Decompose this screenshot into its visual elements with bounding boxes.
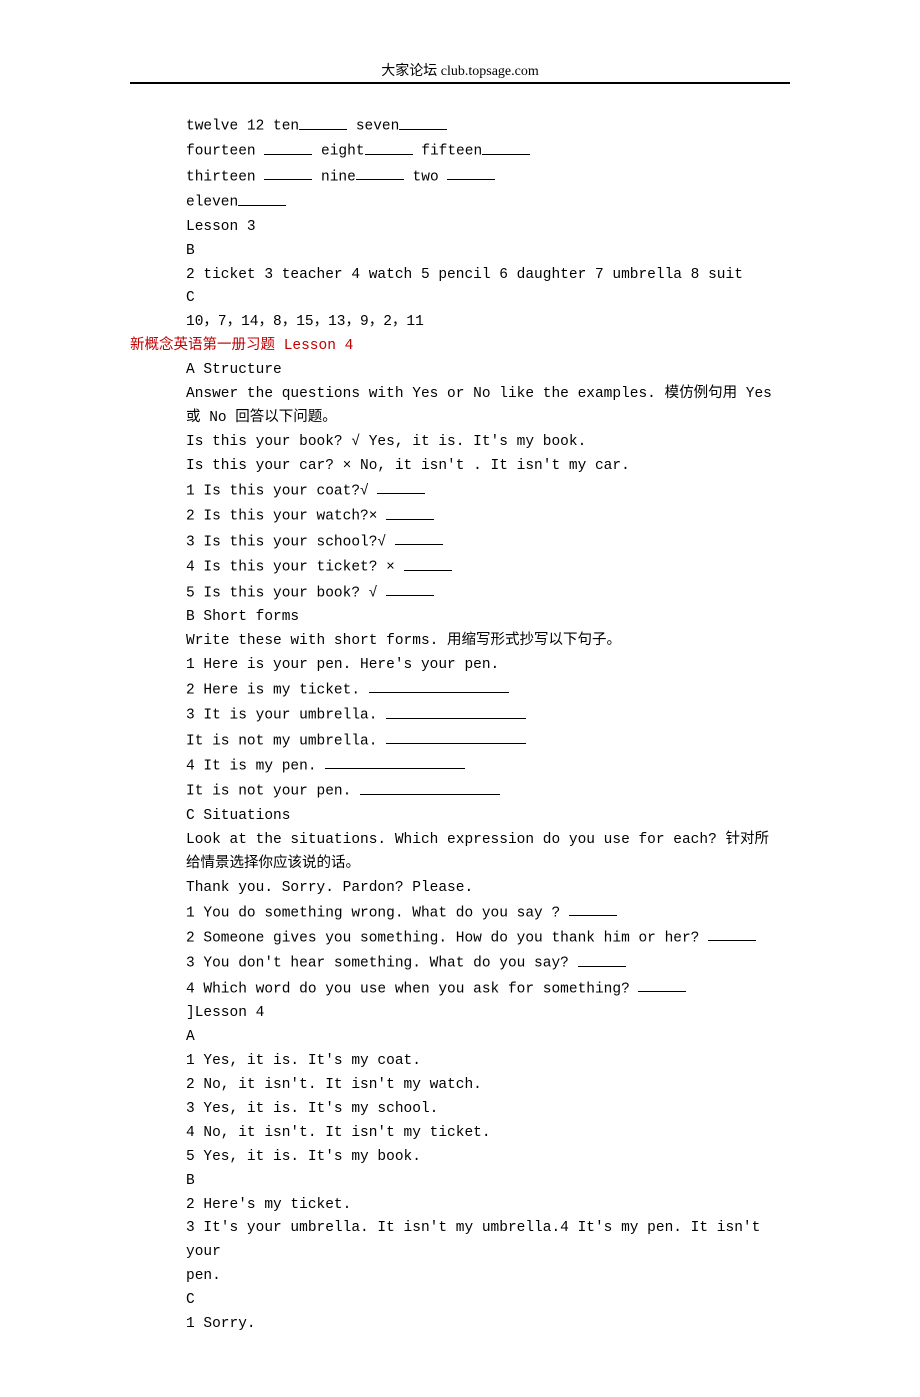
- text-line: 4 It is my pen.: [130, 754, 790, 779]
- text-line: C: [130, 1289, 790, 1313]
- blank-field: [360, 779, 500, 795]
- text-line: 1 You do something wrong. What do you sa…: [130, 901, 790, 926]
- text-line: It is not my umbrella.: [130, 729, 790, 754]
- text-line: Write these with short forms. 用缩写形式抄写以下句…: [130, 630, 790, 654]
- blank-field: [264, 165, 312, 181]
- blank-field: [404, 555, 452, 571]
- text-line: 1 Here is your pen. Here's your pen.: [130, 654, 790, 678]
- blank-field: [299, 114, 347, 130]
- text-line: eleven: [130, 190, 790, 215]
- text-line: Is this your car? × No, it isn't . It is…: [130, 455, 790, 479]
- text-line: B: [130, 240, 790, 264]
- text-line: 2 No, it isn't. It isn't my watch.: [130, 1074, 790, 1098]
- text-line: 3 Yes, it is. It's my school.: [130, 1098, 790, 1122]
- blank-field: [386, 729, 526, 745]
- blank-field: [386, 703, 526, 719]
- text-line: Look at the situations. Which expression…: [130, 829, 790, 853]
- blank-field: [377, 479, 425, 495]
- blank-field: [638, 977, 686, 993]
- blank-field: [569, 901, 617, 917]
- text-line: 3 It's your umbrella. It isn't my umbrel…: [130, 1217, 790, 1265]
- text-line: 4 No, it isn't. It isn't my ticket.: [130, 1122, 790, 1146]
- text-line: 5 Is this your book? √: [130, 581, 790, 606]
- text-line: 3 You don't hear something. What do you …: [130, 951, 790, 976]
- document-body: twelve 12 ten sevenfourteen eight fiftee…: [130, 114, 790, 1337]
- text-line: Lesson 3: [130, 216, 790, 240]
- text-line: 5 Yes, it is. It's my book.: [130, 1146, 790, 1170]
- text-line: 4 Which word do you use when you ask for…: [130, 977, 790, 1002]
- blank-field: [386, 504, 434, 520]
- text-line: 2 Someone gives you something. How do yo…: [130, 926, 790, 951]
- text-line: thirteen nine two: [130, 165, 790, 190]
- blank-field: [369, 678, 509, 694]
- text-line: A Structure: [130, 359, 790, 383]
- text-line: 1 Sorry.: [130, 1313, 790, 1337]
- text-line: ]Lesson 4: [130, 1002, 790, 1026]
- blank-field: [395, 530, 443, 546]
- document-page: 大家论坛 club.topsage.com twelve 12 ten seve…: [0, 0, 920, 1397]
- blank-field: [356, 165, 404, 181]
- text-line: pen.: [130, 1265, 790, 1289]
- text-line: 3 Is this your school?√: [130, 530, 790, 555]
- blank-field: [578, 951, 626, 967]
- text-line: 2 ticket 3 teacher 4 watch 5 pencil 6 da…: [130, 264, 790, 288]
- text-line: 10，7，14，8，15，13，9，2，11: [130, 311, 790, 335]
- text-line: 1 Yes, it is. It's my coat.: [130, 1050, 790, 1074]
- text-line: 2 Here is my ticket.: [130, 678, 790, 703]
- blank-field: [264, 139, 312, 155]
- blank-field: [482, 139, 530, 155]
- blank-field: [708, 926, 756, 942]
- text-line: Thank you. Sorry. Pardon? Please.: [130, 877, 790, 901]
- page-header: 大家论坛 club.topsage.com: [130, 60, 790, 80]
- text-line: C Situations: [130, 805, 790, 829]
- text-line: Is this your book? √ Yes, it is. It's my…: [130, 431, 790, 455]
- blank-field: [447, 165, 495, 181]
- header-rule: [130, 82, 790, 84]
- text-line: 3 It is your umbrella.: [130, 703, 790, 728]
- text-line: 4 Is this your ticket? ×: [130, 555, 790, 580]
- text-line: A: [130, 1026, 790, 1050]
- text-line: fourteen eight fifteen: [130, 139, 790, 164]
- section-heading: 新概念英语第一册习题 Lesson 4: [130, 335, 790, 359]
- text-line: B: [130, 1170, 790, 1194]
- text-line: B Short forms: [130, 606, 790, 630]
- text-line: twelve 12 ten seven: [130, 114, 790, 139]
- blank-field: [365, 139, 413, 155]
- text-line: 2 Here's my ticket.: [130, 1194, 790, 1218]
- text-line: It is not your pen.: [130, 779, 790, 804]
- blank-field: [325, 754, 465, 770]
- text-line: Answer the questions with Yes or No like…: [130, 383, 790, 407]
- text-line: 2 Is this your watch?×: [130, 504, 790, 529]
- text-line: 给情景选择你应该说的话。: [130, 853, 790, 877]
- blank-field: [399, 114, 447, 130]
- text-line: C: [130, 287, 790, 311]
- blank-field: [386, 581, 434, 597]
- text-line: 1 Is this your coat?√: [130, 479, 790, 504]
- text-line: 或 No 回答以下问题。: [130, 407, 790, 431]
- blank-field: [238, 190, 286, 206]
